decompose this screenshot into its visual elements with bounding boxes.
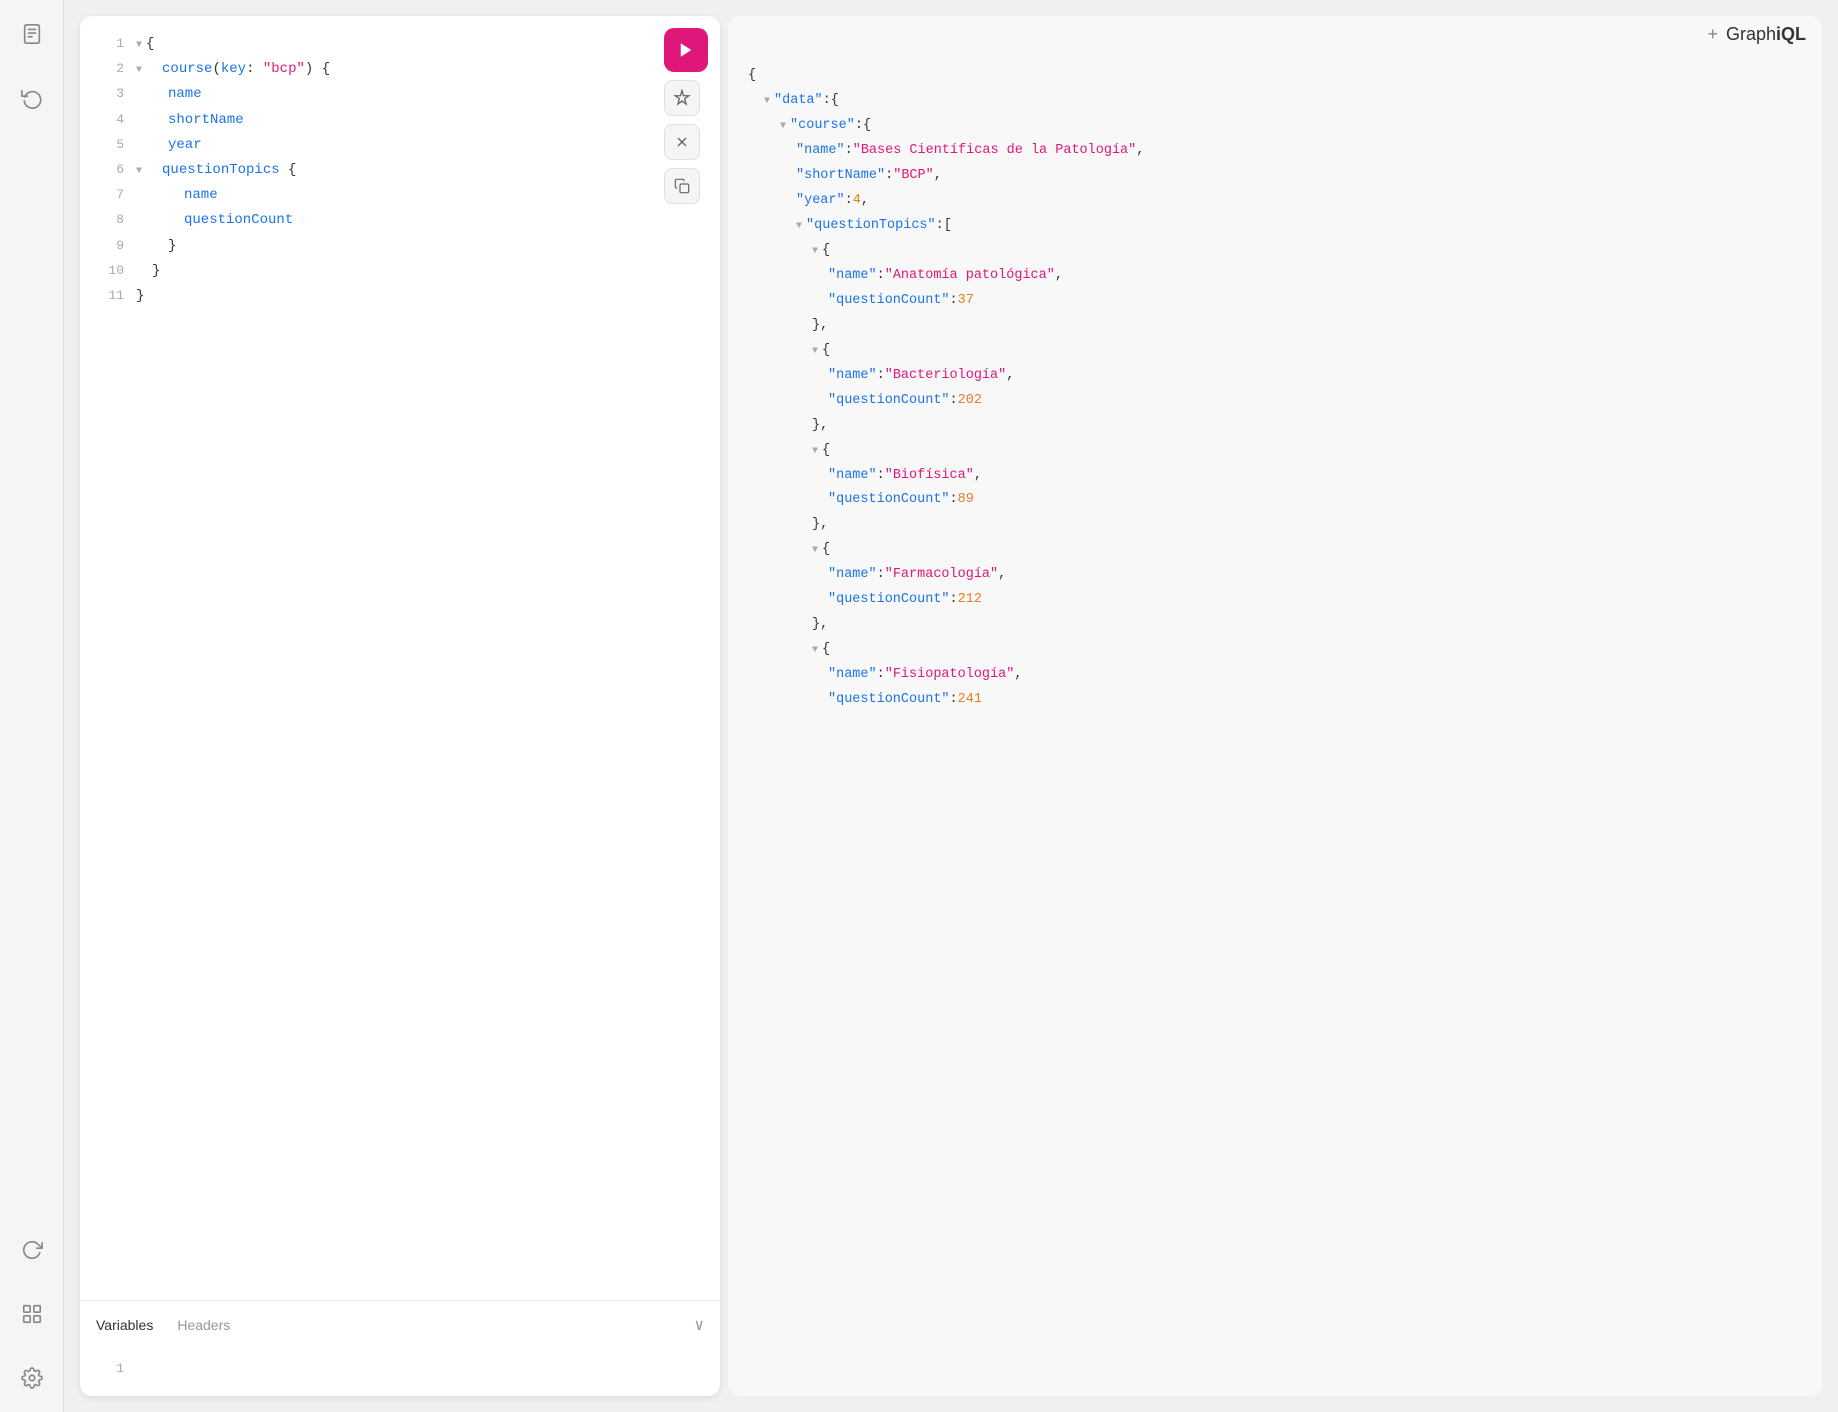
sidebar-bottom [14, 1232, 50, 1396]
json-line-topic5-open: ▼ { [748, 638, 1802, 663]
json-line-topic4-count: "questionCount": 212 [748, 588, 1802, 613]
json-line-topic3-name: "name": "Biofísica", [748, 464, 1802, 489]
json-line-topic2-name: "name": "Bacteriología", [748, 364, 1802, 389]
json-line-data: ▼ "data": { [748, 89, 1802, 114]
json-line-topic2-count: "questionCount": 202 [748, 389, 1802, 414]
code-line-11: 11 } [80, 284, 720, 309]
json-line-topic2-close: }, [748, 414, 1802, 439]
json-line-course: ▼ "course": { [748, 114, 1802, 139]
code-line-4: 4 shortName [80, 108, 720, 133]
json-line-topics: ▼ "questionTopics": [ [748, 214, 1802, 239]
json-line-topic5-name: "name": "Fisiopatología", [748, 663, 1802, 688]
variables-content: 1 [80, 1349, 720, 1396]
chevron-down-icon[interactable]: ∨ [694, 1315, 704, 1335]
json-line-topic4-name: "name": "Farmacología", [748, 563, 1802, 588]
json-line-year: "year": 4, [748, 189, 1802, 214]
app-title: GraphiQL [1726, 24, 1806, 45]
json-line-topic1-open: ▼ { [748, 239, 1802, 264]
editor-toolbar [664, 28, 708, 204]
history-icon[interactable] [14, 80, 50, 116]
editor-top: 1 ▼ { 2 ▼ course(key: "bcp") { 3 name 4 [80, 16, 720, 1300]
run-button[interactable] [664, 28, 708, 72]
settings-icon[interactable] [14, 1360, 50, 1396]
code-editor[interactable]: 1 ▼ { 2 ▼ course(key: "bcp") { 3 name 4 [80, 16, 720, 325]
json-line-topic3-count: "questionCount": 89 [748, 488, 1802, 513]
code-line-1: 1 ▼ { [80, 32, 720, 57]
code-line-7: 7 name [80, 183, 720, 208]
sidebar [0, 0, 64, 1412]
refresh-icon[interactable] [14, 1232, 50, 1268]
plus-icon[interactable]: + [1707, 24, 1718, 45]
json-line-name: "name": "Bases Científicas de la Patolog… [748, 139, 1802, 164]
json-line-topic1-name: "name": "Anatomía patológica", [748, 264, 1802, 289]
header-bar: + GraphiQL [1691, 16, 1822, 53]
result-wrapper: + GraphiQL { ▼ "data": { ▼ "course": { [728, 16, 1822, 1396]
close-button[interactable] [664, 124, 700, 160]
copy-button[interactable] [664, 168, 700, 204]
variables-header: Variables Headers ∨ [80, 1301, 720, 1349]
json-line-topic2-open: ▼ { [748, 339, 1802, 364]
json-line-topic5-count: "questionCount": 241 [748, 688, 1802, 713]
json-line-topic3-close: }, [748, 513, 1802, 538]
code-line-5: 5 year [80, 133, 720, 158]
json-content: { ▼ "data": { ▼ "course": { "name": "Bas… [748, 32, 1802, 713]
code-line-9: 9 } [80, 234, 720, 259]
json-line-topic4-close: }, [748, 613, 1802, 638]
document-icon[interactable] [14, 16, 50, 52]
json-line-topic3-open: ▼ { [748, 439, 1802, 464]
main-content: 1 ▼ { 2 ▼ course(key: "bcp") { 3 name 4 [64, 0, 1838, 1412]
json-line-root-open: { [748, 64, 1802, 89]
json-line-shortname: "shortName": "BCP", [748, 164, 1802, 189]
code-line-3: 3 name [80, 82, 720, 107]
code-line-2: 2 ▼ course(key: "bcp") { [80, 57, 720, 82]
json-line-topic1-count: "questionCount": 37 [748, 289, 1802, 314]
code-line-8: 8 questionCount [80, 208, 720, 233]
result-panel: { ▼ "data": { ▼ "course": { "name": "Bas… [728, 16, 1822, 1396]
variables-line-1: 1 [80, 1357, 720, 1380]
json-line-topic1-close: }, [748, 314, 1802, 339]
magic-button[interactable] [664, 80, 700, 116]
variables-tab[interactable]: Variables [96, 1317, 153, 1333]
shortcut-icon[interactable] [14, 1296, 50, 1332]
code-line-10: 10 } [80, 259, 720, 284]
code-line-6: 6 ▼ questionTopics { [80, 158, 720, 183]
variables-bar: Variables Headers ∨ 1 [80, 1300, 720, 1396]
headers-tab[interactable]: Headers [177, 1317, 230, 1333]
json-line-topic4-open: ▼ { [748, 538, 1802, 563]
editor-panel: 1 ▼ { 2 ▼ course(key: "bcp") { 3 name 4 [80, 16, 720, 1396]
